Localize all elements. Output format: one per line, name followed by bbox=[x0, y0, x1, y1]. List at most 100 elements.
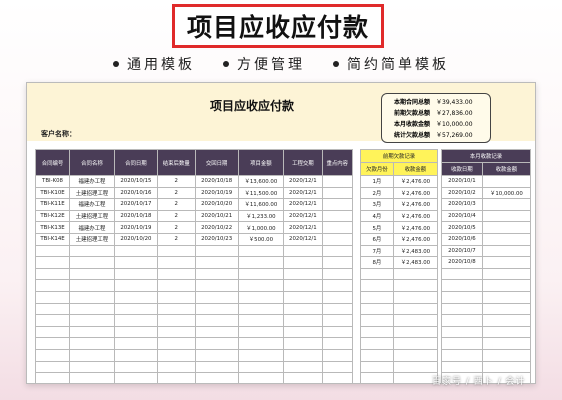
empty-table-row bbox=[34, 256, 354, 269]
empty-cell bbox=[441, 302, 483, 316]
empty-cell bbox=[194, 256, 239, 269]
empty-cell bbox=[113, 244, 158, 258]
table-cell bbox=[321, 175, 354, 188]
table-cell bbox=[321, 221, 354, 234]
empty-cell bbox=[441, 279, 483, 292]
table-cell: 福建办工程 bbox=[69, 221, 115, 234]
table-cell: 2月 bbox=[360, 186, 394, 200]
table-cell: 2020/10/19 bbox=[113, 221, 158, 234]
empty-cell bbox=[321, 302, 354, 316]
table-cell: 土建招理工程 bbox=[69, 209, 115, 223]
table-cell: 2020/10/15 bbox=[113, 175, 158, 188]
table-cell: ￥2,483.00 bbox=[392, 244, 439, 258]
summary-row: 本月收款金额 ￥10,000.00 bbox=[388, 119, 484, 130]
table-cell: 2020/10/3 bbox=[441, 198, 483, 211]
contract-table-body: TBI-K08 福建办工程 2020/10/15 2 2020/10/18 ￥13,600… bbox=[34, 175, 354, 383]
empty-cell bbox=[441, 290, 483, 304]
table-cell: 8月 bbox=[360, 256, 394, 269]
empty-cell bbox=[481, 279, 532, 292]
table-cell: 2020/10/7 bbox=[441, 244, 483, 258]
table-row: 2020/10/4 bbox=[441, 209, 532, 223]
empty-cell bbox=[360, 314, 394, 327]
banner-title-box: 项目应收应付款 bbox=[172, 4, 384, 48]
empty-cell bbox=[237, 314, 285, 327]
feature-item: 简约简单模板 bbox=[333, 52, 449, 76]
table-cell: ￥2,483.00 bbox=[392, 256, 439, 269]
empty-cell bbox=[360, 267, 394, 281]
empty-table-row bbox=[360, 279, 439, 292]
arrears-table-body: 1月 ￥2,476.00 2月 ￥2,476.00 3月 ￥2,476.00 4月 ￥2,47… bbox=[360, 175, 439, 383]
table-cell: 土建招理工程 bbox=[69, 186, 115, 200]
column-header: 工程交期 bbox=[283, 149, 323, 176]
table-cell: 3月 bbox=[360, 198, 394, 211]
table-cell bbox=[321, 186, 354, 200]
monthly-table-title: 本月收款记录 bbox=[441, 149, 531, 163]
empty-cell bbox=[283, 290, 323, 304]
empty-cell bbox=[392, 372, 439, 383]
table-cell bbox=[321, 209, 354, 223]
summary-label: 本期合同总额 bbox=[393, 99, 430, 106]
table-cell: 福建办工程 bbox=[69, 198, 115, 211]
arrears-table-title: 前期欠款记录 bbox=[360, 149, 438, 163]
table-cell: 2020/10/16 bbox=[113, 186, 158, 200]
empty-cell bbox=[360, 372, 394, 383]
empty-table-row bbox=[34, 244, 354, 258]
empty-cell bbox=[321, 256, 354, 269]
empty-cell bbox=[392, 267, 439, 281]
table-cell: 2020/10/8 bbox=[441, 256, 483, 269]
feature-item: 通用模板 bbox=[113, 52, 195, 76]
column-header: 合同名称 bbox=[69, 149, 115, 176]
empty-table-row bbox=[360, 314, 439, 327]
empty-cell bbox=[481, 348, 532, 362]
arrears-header-row: 欠款月份 收款金额 bbox=[360, 162, 439, 176]
empty-cell bbox=[392, 279, 439, 292]
empty-cell bbox=[194, 290, 239, 304]
table-cell: TBI-K08 bbox=[34, 175, 71, 188]
empty-cell bbox=[392, 290, 439, 304]
table-cell: ￥1,000.00 bbox=[237, 221, 285, 234]
empty-table-row bbox=[360, 325, 439, 339]
empty-table-row bbox=[34, 372, 354, 383]
empty-cell bbox=[34, 302, 71, 316]
table-cell: ￥2,476.00 bbox=[392, 186, 439, 200]
empty-cell bbox=[113, 279, 158, 292]
empty-cell bbox=[113, 256, 158, 269]
empty-cell bbox=[481, 325, 532, 339]
empty-table-row bbox=[441, 302, 532, 316]
empty-cell bbox=[34, 314, 71, 327]
empty-cell bbox=[69, 302, 115, 316]
table-cell: 2020/10/18 bbox=[113, 209, 158, 223]
empty-cell bbox=[113, 360, 158, 374]
banner-title: 项目应收应付款 bbox=[186, 13, 369, 42]
empty-cell bbox=[481, 267, 532, 281]
table-cell: ￥2,476.00 bbox=[392, 198, 439, 211]
empty-cell bbox=[237, 244, 285, 258]
empty-cell bbox=[283, 360, 323, 374]
empty-cell bbox=[194, 314, 239, 327]
empty-cell bbox=[283, 267, 323, 281]
empty-table-row bbox=[34, 314, 354, 327]
table-cell: TBI-K11E bbox=[34, 198, 71, 211]
empty-cell bbox=[194, 337, 239, 350]
column-header: 欠款月份 bbox=[360, 162, 394, 176]
empty-table-row bbox=[360, 302, 439, 316]
table-row: 2月 ￥2,476.00 bbox=[360, 186, 439, 200]
empty-cell bbox=[237, 372, 285, 383]
empty-cell bbox=[156, 267, 196, 281]
empty-cell bbox=[194, 348, 239, 362]
column-header: 合同日期 bbox=[113, 149, 158, 176]
empty-table-row bbox=[34, 348, 354, 362]
empty-table-row bbox=[34, 279, 354, 292]
empty-cell bbox=[321, 360, 354, 374]
empty-cell bbox=[481, 314, 532, 327]
empty-cell bbox=[481, 337, 532, 350]
summary-box: 本期合同总额 ￥39,433.00 前期欠款总额 ￥27,836.00 本月收款金额… bbox=[381, 93, 491, 143]
table-cell: 2020/10/23 bbox=[194, 232, 239, 246]
column-header: 结束后数量 bbox=[156, 149, 196, 176]
table-row: 8月 ￥2,483.00 bbox=[360, 256, 439, 269]
empty-cell bbox=[321, 267, 354, 281]
table-cell: 2020/10/4 bbox=[441, 209, 483, 223]
empty-cell bbox=[283, 302, 323, 316]
empty-cell bbox=[237, 302, 285, 316]
summary-row: 本期合同总额 ￥39,433.00 bbox=[388, 97, 484, 108]
